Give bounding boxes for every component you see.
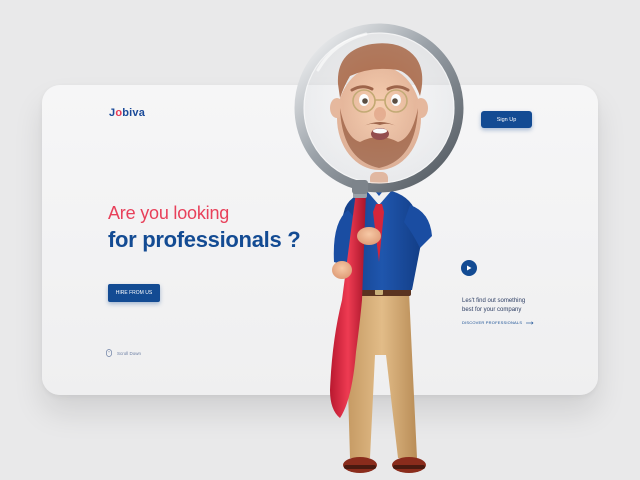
character-illustration (294, 23, 464, 473)
